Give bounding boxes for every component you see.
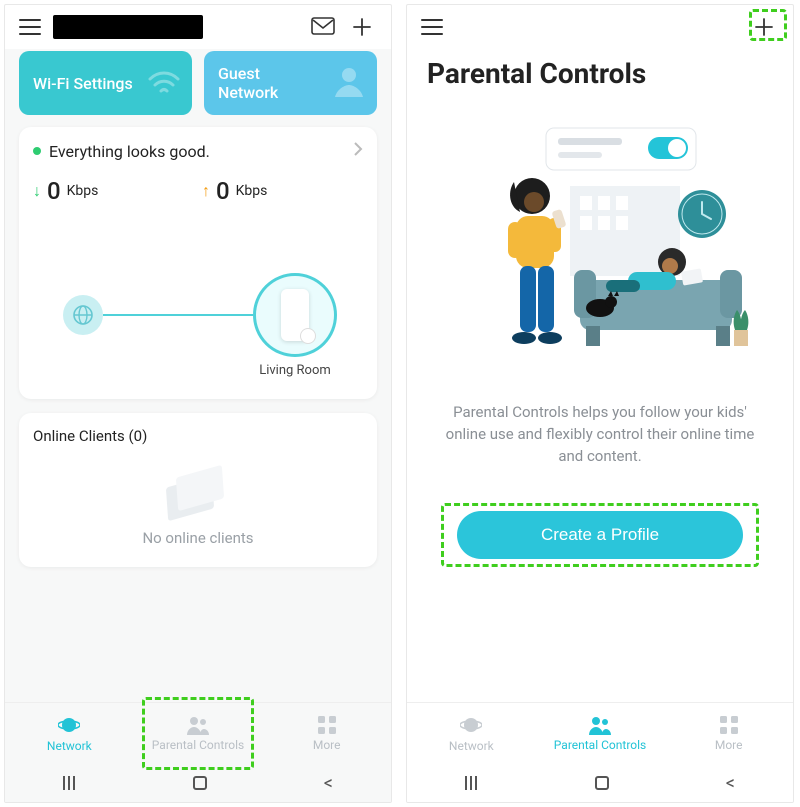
nav-parental-label: Parental Controls — [152, 738, 244, 752]
grid-icon — [317, 715, 337, 735]
speed-row: ↓ 0 Kbps ↑ 0 Kbps — [33, 177, 363, 205]
recents-button[interactable] — [63, 776, 77, 790]
wifi-icon — [144, 61, 184, 105]
upload-speed: ↑ 0 Kbps — [202, 177, 363, 205]
status-panel: Everything looks good. ↓ 0 Kbps ↑ 0 Kbps — [19, 127, 377, 399]
clients-empty-text: No online clients — [142, 529, 253, 547]
download-value: 0 — [47, 177, 61, 205]
quick-cards: Wi-Fi Settings Guest Network — [5, 49, 391, 127]
create-profile-label: Create a Profile — [541, 525, 659, 545]
back-button[interactable]: < — [324, 773, 333, 794]
guest-network-label: Guest Network — [218, 64, 278, 102]
recents-button[interactable] — [465, 776, 479, 790]
clients-panel: Online Clients (0) No online clients — [19, 413, 377, 567]
top-bar — [5, 5, 391, 49]
status-text: Everything looks good. — [49, 142, 210, 161]
internet-node[interactable] — [63, 295, 103, 335]
bottom-nav: Network Parental Controls More — [407, 702, 793, 764]
planet-icon — [58, 714, 80, 736]
bottom-nav: Network Parental Controls More — [5, 702, 391, 764]
home-button[interactable] — [595, 776, 609, 790]
network-topology: Living Room — [33, 235, 363, 385]
chevron-right-icon — [353, 141, 363, 161]
planet-icon — [460, 714, 482, 736]
back-button[interactable]: < — [726, 773, 735, 794]
page-title: Parental Controls — [407, 49, 793, 110]
status-row[interactable]: Everything looks good. — [33, 141, 363, 161]
parental-illustration — [407, 110, 793, 390]
wifi-settings-label: Wi-Fi Settings — [33, 74, 133, 93]
nav-network-label: Network — [449, 739, 494, 753]
download-speed: ↓ 0 Kbps — [33, 177, 194, 205]
nav-more-label: More — [313, 738, 341, 752]
screen-parental-controls: Parental Controls — [406, 4, 794, 803]
people-icon — [186, 715, 210, 735]
download-unit: Kbps — [67, 183, 99, 199]
create-profile-button[interactable]: Create a Profile — [457, 511, 743, 559]
nav-parental[interactable]: Parental Controls — [134, 703, 263, 764]
router-label: Living Room — [233, 363, 357, 378]
upload-icon: ↑ — [202, 181, 210, 201]
home-button[interactable] — [193, 776, 207, 790]
upload-value: 0 — [216, 177, 230, 205]
menu-icon[interactable] — [19, 19, 41, 35]
nav-more[interactable]: More — [262, 703, 391, 764]
clients-empty-state: No online clients — [33, 457, 363, 553]
router-node[interactable] — [253, 273, 337, 357]
android-system-bar: < — [5, 764, 391, 802]
nav-parental-label: Parental Controls — [554, 738, 646, 752]
guest-network-card[interactable]: Guest Network — [204, 51, 377, 115]
android-system-bar: < — [407, 764, 793, 802]
people-icon — [588, 715, 612, 735]
status-dot-icon — [33, 147, 41, 155]
parental-description: Parental Controls helps you follow your … — [407, 390, 793, 467]
screen-network: Wi-Fi Settings Guest Network Everything … — [4, 4, 392, 803]
nav-network[interactable]: Network — [407, 703, 536, 764]
nav-more-label: More — [715, 738, 743, 752]
clients-title: Online Clients (0) — [33, 427, 363, 445]
device-name-redacted — [53, 15, 203, 39]
nav-more[interactable]: More — [664, 703, 793, 764]
router-icon — [281, 289, 309, 341]
top-bar — [407, 5, 793, 49]
nav-network[interactable]: Network — [5, 703, 134, 764]
user-icon — [329, 61, 369, 105]
wifi-settings-card[interactable]: Wi-Fi Settings — [19, 51, 192, 115]
nav-parental[interactable]: Parental Controls — [536, 703, 665, 764]
add-icon[interactable] — [347, 12, 377, 42]
empty-icon — [163, 467, 233, 517]
nav-network-label: Network — [47, 739, 92, 753]
menu-icon[interactable] — [421, 19, 443, 35]
upload-unit: Kbps — [236, 183, 268, 199]
connection-line — [103, 314, 253, 316]
add-profile-icon[interactable] — [749, 12, 779, 42]
download-icon: ↓ — [33, 181, 41, 201]
grid-icon — [719, 715, 739, 735]
messages-icon[interactable] — [311, 17, 335, 37]
